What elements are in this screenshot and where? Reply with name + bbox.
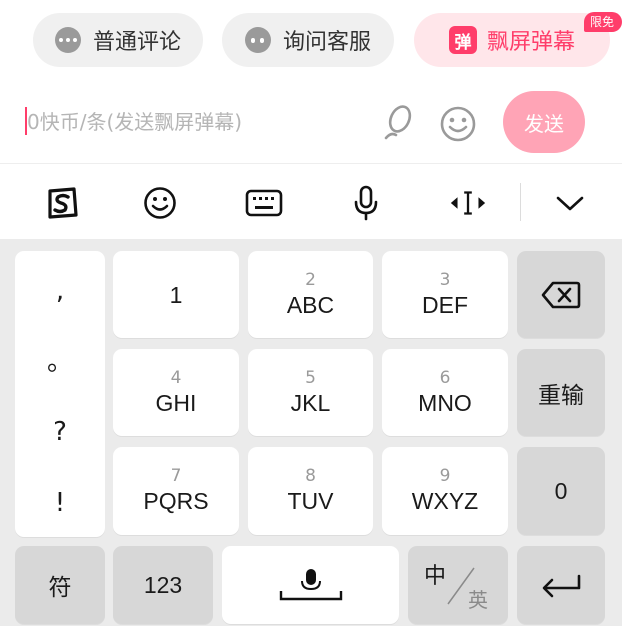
punct-exclaim[interactable]: ! xyxy=(55,483,65,523)
lang-en-label: 英 xyxy=(468,588,488,612)
reinput-label: 重输 xyxy=(538,382,584,409)
key-1-letters: 1 xyxy=(169,281,183,308)
key-9[interactable]: 9 WXYZ xyxy=(382,447,508,535)
mic-icon xyxy=(354,185,378,221)
tab-float-danmaku[interactable]: 弹 飘屏弹幕 xyxy=(414,13,610,67)
sogou-logo-icon xyxy=(48,187,78,219)
symbols-label: 符 xyxy=(48,575,72,601)
voice-wave-icon xyxy=(384,105,412,140)
key-7[interactable]: 7 PQRS xyxy=(113,447,239,535)
key-6-number: 6 xyxy=(439,367,451,388)
tab-normal-comment[interactable]: 普通评论 xyxy=(33,13,203,67)
tab-ask-service-label: 询问客服 xyxy=(282,30,371,55)
send-button[interactable]: 发送 xyxy=(503,91,585,153)
numbers-label: 123 xyxy=(143,572,183,598)
cursor-move-icon xyxy=(450,191,486,215)
reinput-key[interactable]: 重输 xyxy=(517,349,605,436)
space-mic-icon xyxy=(279,569,342,601)
key-5-letters: JKL xyxy=(290,389,331,416)
tab-normal-comment-label: 普通评论 xyxy=(92,30,181,55)
key-2-letters: ABC xyxy=(286,291,335,318)
toolbar-divider xyxy=(520,183,521,221)
backspace-key[interactable] xyxy=(517,251,605,338)
punct-comma[interactable]: , xyxy=(56,271,64,311)
tab-float-danmaku-label: 飘屏弹幕 xyxy=(486,30,575,55)
lang-cn-label: 中 xyxy=(424,564,447,589)
sogou-logo-button[interactable] xyxy=(42,183,82,223)
key-4[interactable]: 4 GHI xyxy=(113,349,239,436)
keyboard-emoji-button[interactable] xyxy=(140,183,180,223)
comment-mode-tabs: 普通评论 询问客服 弹 飘屏弹幕 限免 xyxy=(0,0,622,80)
collapse-keyboard-button[interactable] xyxy=(550,183,590,223)
key-3[interactable]: 3 DEF xyxy=(382,251,508,338)
voice-input-button[interactable] xyxy=(378,102,418,146)
enter-key[interactable] xyxy=(517,546,605,624)
lang-switch-key[interactable]: 中 英 xyxy=(408,546,508,624)
service-face-icon xyxy=(244,27,271,53)
key-8[interactable]: 8 TUV xyxy=(248,447,373,535)
key-0[interactable]: 0 xyxy=(517,447,605,535)
key-6[interactable]: 6 MNO xyxy=(382,349,508,436)
space-key[interactable] xyxy=(222,546,399,624)
enter-arrow-icon xyxy=(542,574,581,598)
key-8-letters: TUV xyxy=(287,488,334,514)
keyboard-layout-button[interactable] xyxy=(244,183,284,223)
backspace-icon xyxy=(541,281,581,308)
tab-ask-service[interactable]: 询问客服 xyxy=(222,13,394,67)
key-5[interactable]: 5 JKL xyxy=(248,349,373,436)
keyboard-icon xyxy=(245,189,283,217)
key-9-letters: WXYZ xyxy=(411,488,479,514)
key-2[interactable]: 2 ABC xyxy=(248,251,373,338)
emoji-icon xyxy=(144,187,176,219)
key-4-letters: GHI xyxy=(155,389,197,416)
punctuation-column[interactable]: , 。 ? ! xyxy=(15,251,105,537)
comment-input[interactable] xyxy=(27,102,367,142)
emoji-button[interactable] xyxy=(438,104,478,144)
free-badge: 限免 xyxy=(584,12,622,32)
keyboard-toolbar xyxy=(0,165,622,239)
key-3-number: 3 xyxy=(439,269,451,290)
key-6-letters: MNO xyxy=(418,389,472,416)
key-5-number: 5 xyxy=(305,367,316,388)
key-7-letters: PQRS xyxy=(143,488,209,514)
symbols-key[interactable]: 符 xyxy=(15,546,105,624)
key-7-number: 7 xyxy=(170,466,182,486)
numbers-key[interactable]: 123 xyxy=(113,546,213,624)
cursor-move-button[interactable] xyxy=(448,183,488,223)
key-1[interactable]: 1 xyxy=(113,251,239,338)
t9-keyboard: , 。 ? ! 1 2 ABC 3 DEF 4 GHI 5 JKL 6 MNO … xyxy=(0,239,622,626)
collapse-chevron-icon xyxy=(556,196,584,211)
key-2-number: 2 xyxy=(305,269,316,290)
danmaku-icon: 弹 xyxy=(448,26,477,54)
chat-bubble-icon xyxy=(54,27,81,53)
key-3-letters: DEF xyxy=(422,291,468,318)
key-4-number: 4 xyxy=(170,367,182,388)
punct-period[interactable]: 。 xyxy=(47,342,73,382)
keyboard-voice-button[interactable] xyxy=(346,183,386,223)
key-8-number: 8 xyxy=(305,466,316,486)
punct-question[interactable]: ? xyxy=(53,412,67,452)
key-0-label: 0 xyxy=(554,478,568,504)
smiley-icon xyxy=(440,106,476,142)
key-9-number: 9 xyxy=(439,466,451,486)
